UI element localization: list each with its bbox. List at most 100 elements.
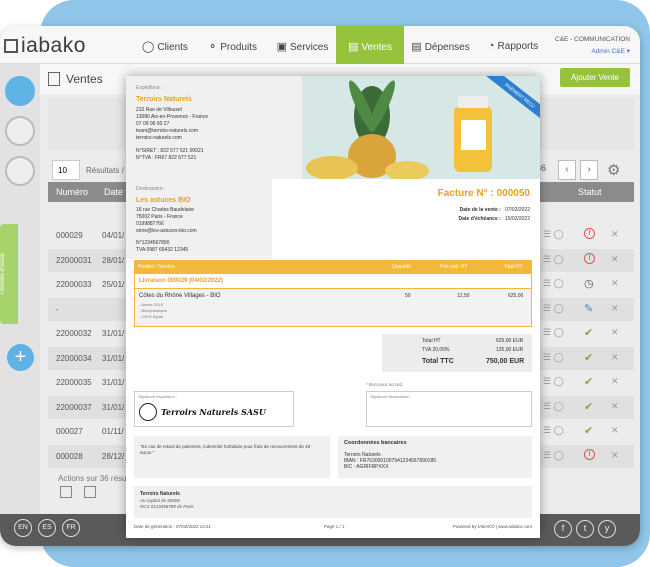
items-table-header: Produit / Service Quantité Prix unit. HT…: [134, 260, 532, 274]
total-ht-label: Total HT: [422, 338, 441, 344]
delete-icon[interactable]: ✕: [611, 450, 619, 461]
app-logo[interactable]: iabako: [4, 34, 86, 58]
col-qty: Quantité: [392, 264, 411, 270]
status-alert-icon: !: [584, 228, 595, 239]
status-check-icon: ✔: [584, 376, 594, 388]
history-icon[interactable]: [5, 156, 35, 186]
stamp-icon: [139, 403, 157, 421]
line-item: Côtes du Rhône Villages - BIO - Année 20…: [134, 289, 532, 327]
sender-signature-label: Signature expéditeur :: [138, 394, 178, 399]
nav-depenses[interactable]: ▤ Dépenses: [408, 26, 473, 64]
user-menu[interactable]: Admin C&E ▾: [555, 46, 630, 58]
approval-note: * Bon pour accord: [366, 382, 403, 387]
delete-icon[interactable]: ✕: [611, 425, 619, 436]
col-unit: Prix unit. HT: [440, 264, 468, 270]
status-edit-icon: ✎: [584, 302, 594, 315]
delete-icon[interactable]: ✕: [611, 278, 619, 289]
row-actions-icon[interactable]: ☰ ◯: [543, 425, 564, 436]
nav-produits[interactable]: ⚬ Produits: [200, 26, 265, 64]
late-payment-text: "En cas de retard de paiement, indemnité…: [140, 444, 311, 455]
page-indicator: Page 1 / 1: [324, 524, 345, 529]
chevron-down-icon: ▾: [626, 48, 630, 55]
row-actions-icon[interactable]: ☰ ◯: [543, 376, 564, 387]
trial-period-tab[interactable]: Période d'essai: [0, 224, 18, 324]
sale-number: 22000031: [56, 255, 92, 265]
nav-label: Rapports: [497, 41, 539, 52]
row-actions-icon[interactable]: ☰ ◯: [543, 352, 564, 363]
sender-line: team@terroirs-naturels.com: [136, 128, 199, 134]
delivery-label: Livraison 000029 (04/02/2022): [139, 278, 224, 284]
row-actions-icon[interactable]: ☰ ◯: [543, 450, 564, 461]
pineapple-juice-image: [302, 76, 540, 179]
lang-en[interactable]: EN: [14, 519, 32, 537]
print-icon[interactable]: [84, 486, 96, 498]
sender-line: 13080 Aix-en-Provence - France: [136, 114, 208, 120]
per-page-select[interactable]: 10: [52, 160, 80, 180]
add-sale-button[interactable]: Ajouter Vente: [559, 68, 630, 87]
bank-lines: Terroirs Naturels IBAN : FR7630001007941…: [344, 452, 436, 470]
lang-fr[interactable]: FR: [62, 519, 80, 537]
nav-clients[interactable]: ◯ Clients: [135, 26, 195, 64]
sale-date: 07/02/2022: [504, 207, 530, 213]
sender-name: Terroirs Naturels: [136, 96, 192, 103]
delete-icon[interactable]: ✕: [611, 376, 619, 387]
delete-icon[interactable]: ✕: [611, 401, 619, 412]
logo-text: iabako: [21, 34, 86, 57]
row-actions-icon[interactable]: ☰ ◯: [543, 327, 564, 338]
status-alert-icon: !: [584, 252, 595, 264]
delete-icon[interactable]: ✕: [611, 352, 619, 363]
row-actions-icon[interactable]: ☰ ◯: [543, 254, 564, 265]
notifications-bell-icon[interactable]: [5, 116, 35, 146]
row-actions-icon[interactable]: ☰ ◯: [543, 401, 564, 412]
twitter-icon[interactable]: t: [576, 520, 594, 538]
recipient-line: 0199887766: [136, 221, 164, 227]
nav-label: Dépenses: [424, 42, 470, 53]
row-actions-icon[interactable]: ☰ ◯: [543, 303, 564, 314]
delete-icon[interactable]: ✕: [611, 254, 619, 265]
col-total: Total HT: [504, 264, 523, 270]
nav-ventes[interactable]: ▤ Ventes: [336, 26, 404, 64]
chart-icon: ◔: [487, 40, 495, 52]
nav-services[interactable]: ▣ Services: [270, 26, 335, 64]
row-actions-icon[interactable]: ☰ ◯: [543, 229, 564, 240]
company-stamp: Terroirs Naturels SASU: [161, 407, 266, 417]
due-date: 15/02/2022: [504, 216, 530, 222]
delete-icon[interactable]: ✕: [611, 327, 619, 338]
gear-icon[interactable]: ⚙: [607, 161, 620, 179]
sender-siret: N°SIRET : 822 577 521 00021: [136, 148, 204, 154]
add-button[interactable]: +: [7, 344, 34, 371]
status-clock-icon: ◷: [584, 278, 594, 290]
sender-label: Expéditeur :: [136, 85, 163, 91]
sale-number: 22000032: [56, 329, 92, 338]
product-details: - Année 2019 - Biodynamique - 100% Syrah: [139, 302, 167, 320]
sale-date: 28/01/: [102, 255, 125, 265]
recipient-line: 16 rue Charles Baudelaire: [136, 207, 195, 213]
next-page-button[interactable]: ›: [580, 160, 598, 180]
generation-date: Date de génération : 07/02/2022 14:21: [134, 524, 212, 529]
delete-icon[interactable]: ✕: [611, 229, 619, 240]
delivery-row: Livraison 000029 (04/02/2022): [134, 274, 532, 289]
youtube-icon[interactable]: y: [598, 520, 616, 538]
sale-number: -: [56, 304, 59, 314]
col-statut[interactable]: Statut: [578, 187, 602, 197]
row-actions-icon[interactable]: ☰ ◯: [543, 278, 564, 289]
delete-icon[interactable]: ✕: [611, 303, 619, 314]
nav-label: Produits: [220, 42, 257, 53]
recipient-block: Destinataire : Les astuces BIO 16 rue Ch…: [126, 179, 272, 259]
menu-button[interactable]: [5, 76, 35, 106]
top-nav: iabako ◯ Clients ⚬ Produits ▣ Services ▤ Ven…: [0, 26, 640, 64]
facebook-icon[interactable]: f: [554, 520, 572, 538]
prev-page-button[interactable]: ‹: [558, 160, 576, 180]
recipient-address: 16 rue Charles Baudelaire 75002 Paris - …: [136, 207, 197, 235]
sender-block: Expéditeur : Terroirs Naturels 210 Rue d…: [126, 76, 302, 179]
lang-es[interactable]: ES: [38, 519, 56, 537]
recipient-signature-label: Signature destinataire :: [370, 394, 412, 399]
sender-line: 210 Rue de Villouxel: [136, 107, 182, 113]
export-icon[interactable]: [60, 486, 72, 498]
nav-rapports[interactable]: ◔ Rapports: [478, 26, 548, 64]
col-numero[interactable]: Numéro: [56, 187, 88, 197]
status-check-icon: ✔: [584, 400, 594, 413]
tag-icon: ⚬: [208, 41, 218, 53]
company-rcs: RCS 0123456789 de Paris: [140, 504, 194, 509]
status-check-icon: ✔: [584, 425, 594, 437]
